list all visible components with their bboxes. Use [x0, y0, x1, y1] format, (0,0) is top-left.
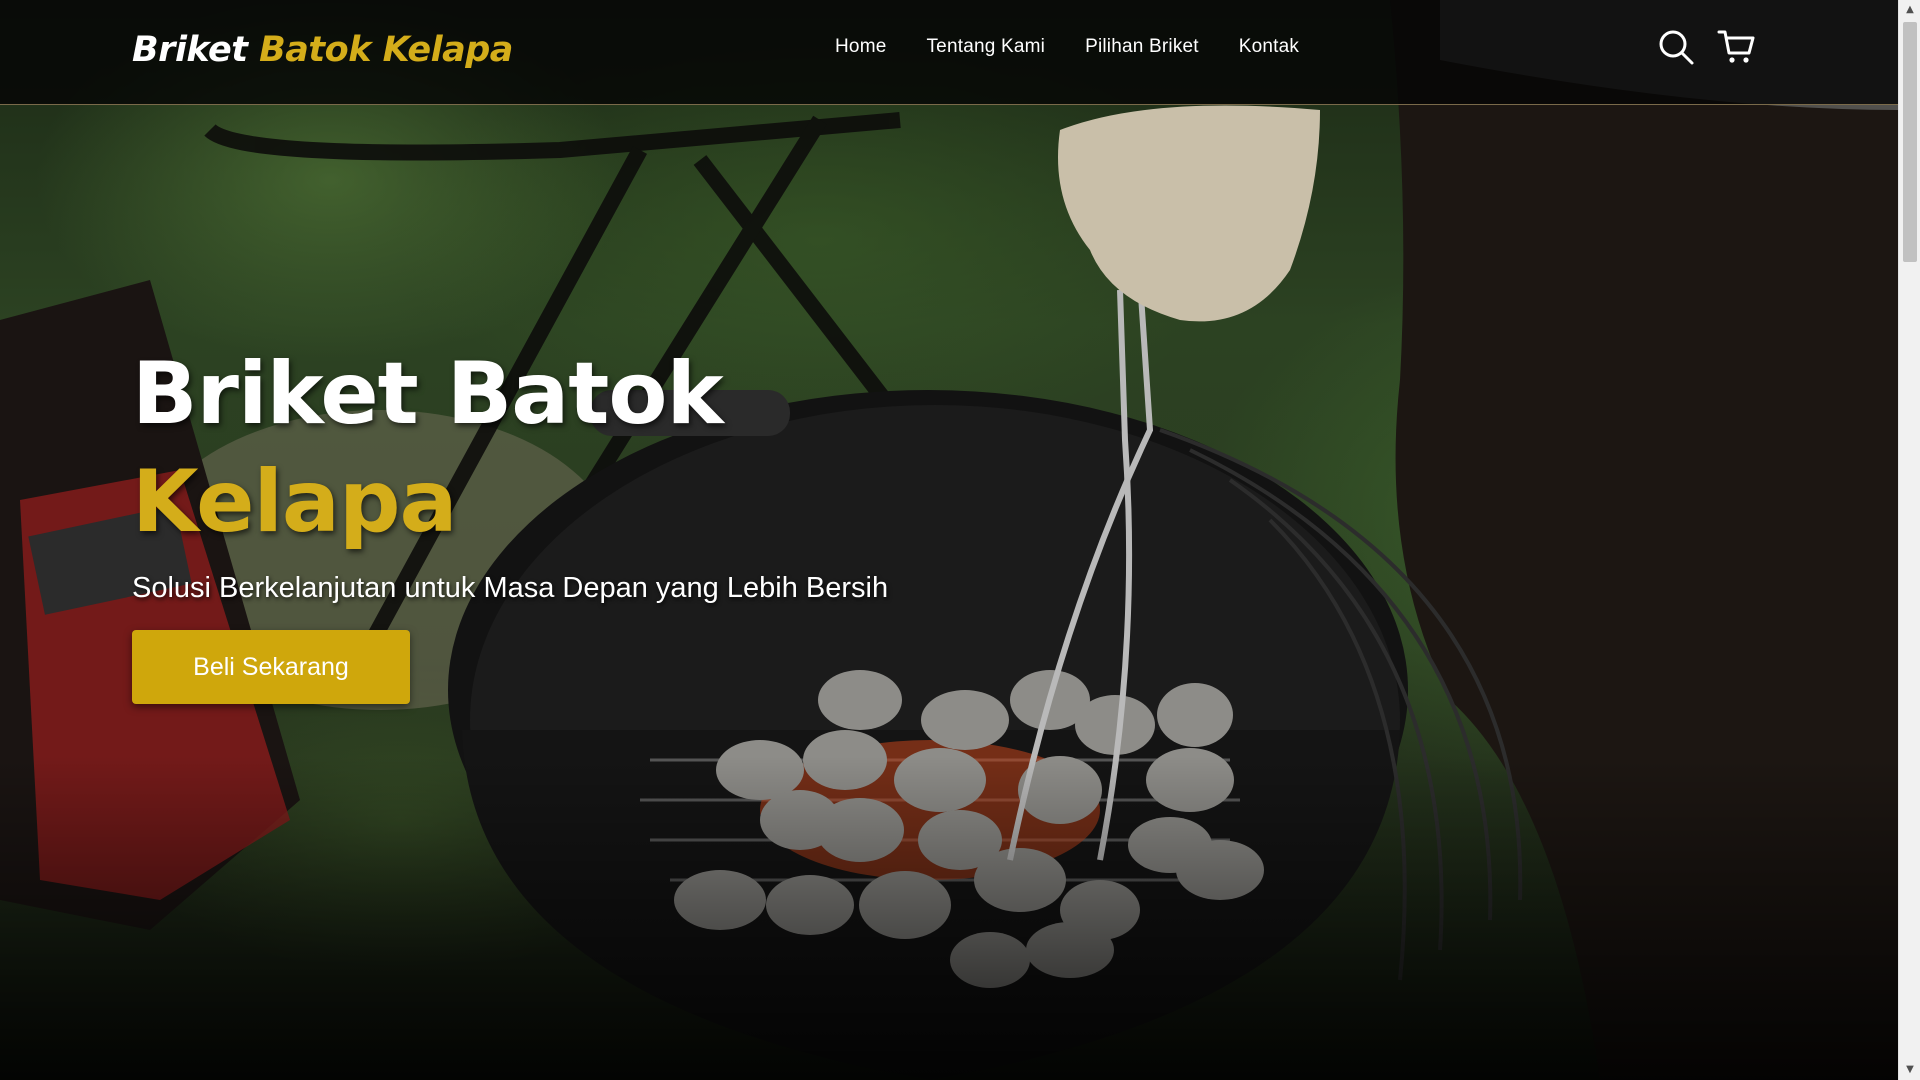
- page-scrollbar[interactable]: ▲ ▼: [1898, 0, 1920, 1080]
- buy-now-button[interactable]: Beli Sekarang: [132, 630, 410, 704]
- scroll-up-arrow-icon[interactable]: ▲: [1899, 0, 1920, 20]
- brand-logo[interactable]: Briket Batok Kelapa: [132, 30, 513, 70]
- cart-icon[interactable]: [1717, 28, 1755, 66]
- nav-icons: [1657, 28, 1755, 66]
- hero-title: Briket Batok Kelapa: [132, 340, 892, 556]
- top-navbar: Briket Batok Kelapa Home Tentang Kami Pi…: [0, 0, 1898, 105]
- nav-link-pilihan-briket[interactable]: Pilihan Briket: [1085, 36, 1199, 58]
- scroll-down-arrow-icon[interactable]: ▼: [1899, 1060, 1920, 1080]
- nav-link-kontak[interactable]: Kontak: [1239, 36, 1299, 58]
- search-icon[interactable]: [1657, 28, 1695, 66]
- hero-title-line1: Briket Batok: [132, 344, 724, 444]
- nav-link-home[interactable]: Home: [835, 36, 886, 58]
- hero-subtitle: Solusi Berkelanjutan untuk Masa Depan ya…: [132, 572, 889, 604]
- nav-link-tentang-kami[interactable]: Tentang Kami: [926, 36, 1045, 58]
- hero-title-line2: Kelapa: [132, 452, 458, 552]
- brand-logo-part1: Briket: [132, 30, 248, 70]
- scrollbar-thumb[interactable]: [1903, 22, 1917, 262]
- hero-section: Briket Batok Kelapa Solusi Berkelanjutan…: [132, 340, 892, 704]
- brand-logo-part2: Batok Kelapa: [259, 30, 513, 70]
- nav-links: Home Tentang Kami Pilihan Briket Kontak: [835, 36, 1299, 58]
